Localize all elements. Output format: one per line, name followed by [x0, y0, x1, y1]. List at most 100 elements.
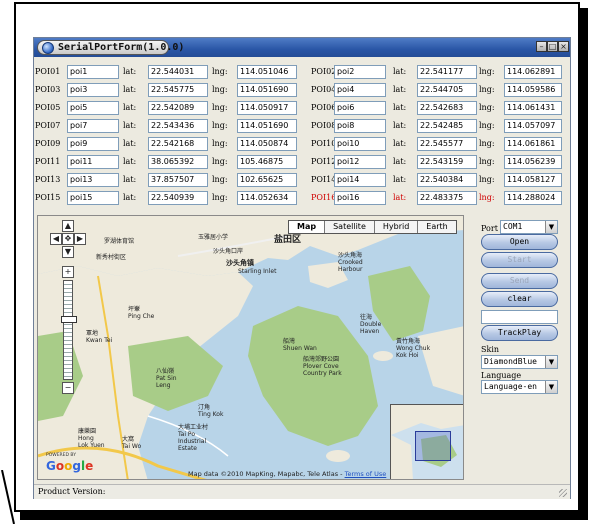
minimize-button[interactable]: –: [536, 41, 547, 52]
poi-name-field[interactable]: poi8: [334, 119, 386, 133]
poi-name-field[interactable]: poi11: [67, 155, 119, 169]
lng-label: lng:: [479, 85, 495, 94]
chevron-down-icon[interactable]: ▼: [545, 356, 557, 368]
trackplay-button[interactable]: TrackPlay: [481, 325, 558, 341]
map-label-ping-che: 坪輋 Ping Che: [128, 306, 155, 320]
poi-name-field[interactable]: poi10: [334, 137, 386, 151]
overview-map[interactable]: [390, 404, 463, 479]
poi-name-field[interactable]: poi13: [67, 173, 119, 187]
poi-name-field[interactable]: poi12: [334, 155, 386, 169]
lng-label: lng:: [479, 121, 495, 130]
send-button[interactable]: Send: [481, 273, 558, 289]
poi-lng-field[interactable]: 114.059586: [504, 83, 562, 97]
copyright-text: Map data ©2010 MapKing, Mapabc, Tele Atl…: [188, 470, 343, 478]
poi-name-field[interactable]: poi14: [334, 173, 386, 187]
pan-up-button[interactable]: ▲: [62, 220, 74, 232]
poi-name-field[interactable]: poi7: [67, 119, 119, 133]
poi-lng-field[interactable]: 114.057097: [504, 119, 562, 133]
poi-lat-field[interactable]: 22.542089: [148, 101, 208, 115]
chevron-down-icon[interactable]: ▼: [545, 221, 557, 233]
title-pill: SerialPortForm(1.0.0): [37, 40, 184, 55]
poi-lat-field[interactable]: 22.541177: [417, 65, 477, 79]
zoom-slider[interactable]: [63, 280, 73, 380]
map-tab-earth[interactable]: Earth: [418, 221, 456, 233]
poi-lat-field[interactable]: 22.544031: [148, 65, 208, 79]
map-label-lok-yuen: 康樂園 Hong Lok Yuen: [78, 428, 105, 449]
poi-lat-field[interactable]: 22.483375: [417, 191, 477, 205]
map-label-shatoujiao: 沙头角口岸: [213, 248, 244, 255]
map-label-plover-cove: 船灣郊野公園 Plover Cove Country Park: [303, 356, 342, 377]
map-type-tabs: Map Satellite Hybrid Earth: [288, 220, 457, 234]
zoom-in-button[interactable]: +: [62, 266, 74, 278]
poi-lat-field[interactable]: 22.545577: [417, 137, 477, 151]
poi-lng-field[interactable]: 114.051690: [237, 83, 297, 97]
poi-name-field[interactable]: poi1: [67, 65, 119, 79]
poi-lng-field[interactable]: 114.050874: [237, 137, 297, 151]
start-button[interactable]: Start: [481, 252, 558, 268]
lng-label: lng:: [479, 157, 495, 166]
poi-lng-field[interactable]: 102.65625: [237, 173, 297, 187]
pan-down-button[interactable]: ▼: [62, 246, 74, 258]
zoom-slider-thumb[interactable]: [61, 316, 77, 323]
close-button[interactable]: ×: [558, 41, 569, 52]
poi-lat-field[interactable]: 22.542485: [417, 119, 477, 133]
send-text-input[interactable]: [481, 310, 558, 324]
poi-label: POI15: [35, 193, 61, 202]
poi-lat-field[interactable]: 22.544705: [417, 83, 477, 97]
map-tab-satellite[interactable]: Satellite: [325, 221, 375, 233]
chevron-down-icon[interactable]: ▼: [545, 381, 557, 393]
poi-label: POI08: [311, 121, 337, 130]
resize-grip-icon[interactable]: [559, 489, 567, 497]
clear-button[interactable]: clear: [481, 291, 558, 307]
title-bar[interactable]: SerialPortForm(1.0.0) – □ ×: [34, 38, 570, 57]
open-button[interactable]: Open: [481, 234, 558, 250]
poi-lng-field[interactable]: 114.050917: [237, 101, 297, 115]
poi-name-field[interactable]: poi5: [67, 101, 119, 115]
google-logo[interactable]: Google: [46, 459, 93, 473]
overview-viewport[interactable]: [415, 431, 451, 461]
poi-lat-field[interactable]: 22.543436: [148, 119, 208, 133]
poi-lat-field[interactable]: 22.542683: [417, 101, 477, 115]
poi-label: POI07: [35, 121, 61, 130]
maximize-button[interactable]: □: [547, 41, 558, 52]
pan-left-button[interactable]: ◀: [50, 233, 62, 245]
poi-name-field[interactable]: poi4: [334, 83, 386, 97]
port-select[interactable]: COM1 ▼: [500, 220, 558, 234]
poi-lng-field[interactable]: 114.051690: [237, 119, 297, 133]
poi-lng-field[interactable]: 114.058127: [504, 173, 562, 187]
poi-lng-field[interactable]: 114.056239: [504, 155, 562, 169]
poi-lng-field[interactable]: 114.288024: [504, 191, 562, 205]
map-tab-hybrid[interactable]: Hybrid: [374, 221, 419, 233]
map-label-yumin: 玉雅居小学: [198, 234, 229, 241]
poi-lng-field[interactable]: 105.46875: [237, 155, 297, 169]
poi-lat-field[interactable]: 22.540384: [417, 173, 477, 187]
poi-lat-field[interactable]: 22.540939: [148, 191, 208, 205]
poi-name-field[interactable]: poi9: [67, 137, 119, 151]
zoom-out-button[interactable]: −: [62, 382, 74, 394]
poi-name-field[interactable]: poi15: [67, 191, 119, 205]
poi-lat-field[interactable]: 38.065392: [148, 155, 208, 169]
poi-lat-field[interactable]: 37.857507: [148, 173, 208, 187]
poi-lng-field[interactable]: 114.061431: [504, 101, 562, 115]
poi-grid: POI01 poi1 lat: 22.544031 lng: 114.051046 POI0…: [34, 60, 570, 206]
pan-center-button[interactable]: ✥: [62, 233, 74, 245]
poi-lng-field[interactable]: 114.052634: [237, 191, 297, 205]
poi-lng-field[interactable]: 114.061861: [504, 137, 562, 151]
poi-name-field[interactable]: poi3: [67, 83, 119, 97]
pan-right-button[interactable]: ▶: [74, 233, 86, 245]
lng-label: lng:: [212, 103, 228, 112]
map-view[interactable]: Map Satellite Hybrid Earth ▲ ◀ ✥ ▶ ▼ + − 盐田…: [37, 215, 464, 480]
poi-lat-field[interactable]: 22.542168: [148, 137, 208, 151]
language-select[interactable]: Language-en ▼: [481, 380, 558, 394]
poi-lat-field[interactable]: 22.545775: [148, 83, 208, 97]
poi-lng-field[interactable]: 114.062891: [504, 65, 562, 79]
poi-name-field[interactable]: poi6: [334, 101, 386, 115]
poi-lat-field[interactable]: 22.543159: [417, 155, 477, 169]
poi-name-field[interactable]: poi2: [334, 65, 386, 79]
lng-label: lng:: [212, 121, 228, 130]
poi-lng-field[interactable]: 114.051046: [237, 65, 297, 79]
terms-of-use-link[interactable]: Terms of Use: [345, 470, 387, 478]
map-label-pat-sin-leng: 八仙嶺 Pat Sin Leng: [156, 368, 177, 389]
skin-select[interactable]: DiamondBlue ▼: [481, 355, 558, 369]
poi-name-field[interactable]: poi16: [334, 191, 386, 205]
